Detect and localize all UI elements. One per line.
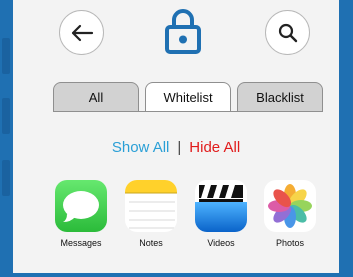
app-label: Photos [275, 238, 305, 248]
filter-separator: | [177, 139, 182, 156]
app-label: Videos [207, 238, 235, 248]
lock-icon [165, 9, 201, 54]
side-button [2, 38, 10, 74]
app-item-photos[interactable]: Photos [260, 180, 320, 248]
search-button[interactable] [265, 10, 310, 55]
notes-icon [125, 180, 177, 232]
app-label: Notes [139, 238, 163, 248]
app-label: Messages [60, 238, 102, 248]
app-grid: Messages Notes Videos Photos [13, 180, 339, 260]
show-all-link[interactable]: Show All [112, 139, 170, 156]
app-screen: All Whitelist Blacklist Show All | Hide Al… [13, 0, 339, 273]
tab-label: Whitelist [163, 90, 213, 105]
tab-whitelist[interactable]: Whitelist [145, 82, 231, 112]
side-button [2, 160, 10, 196]
back-button[interactable] [59, 10, 104, 55]
device-bezel-left [0, 0, 13, 277]
search-icon [278, 23, 297, 42]
arrow-left-icon [71, 24, 93, 41]
hide-all-link[interactable]: Hide All [189, 139, 240, 156]
device-bezel-right [339, 0, 353, 277]
app-item-notes[interactable]: Notes [121, 180, 181, 248]
device-frame: All Whitelist Blacklist Show All | Hide Al… [0, 0, 353, 277]
tab-blacklist[interactable]: Blacklist [237, 82, 323, 112]
videos-icon [195, 180, 247, 232]
device-bezel-bottom [0, 273, 353, 277]
tab-divider [53, 111, 323, 112]
photos-icon [264, 180, 316, 232]
tab-all[interactable]: All [53, 82, 139, 112]
messages-icon [55, 180, 107, 232]
tab-label: All [88, 89, 104, 105]
side-button [2, 98, 10, 134]
list-tabs: All Whitelist Blacklist [53, 82, 323, 112]
app-item-messages[interactable]: Messages [51, 180, 111, 248]
tab-label: Blacklist [256, 89, 304, 105]
filter-row: Show All | Hide All [13, 139, 339, 156]
app-item-videos[interactable]: Videos [191, 180, 251, 248]
